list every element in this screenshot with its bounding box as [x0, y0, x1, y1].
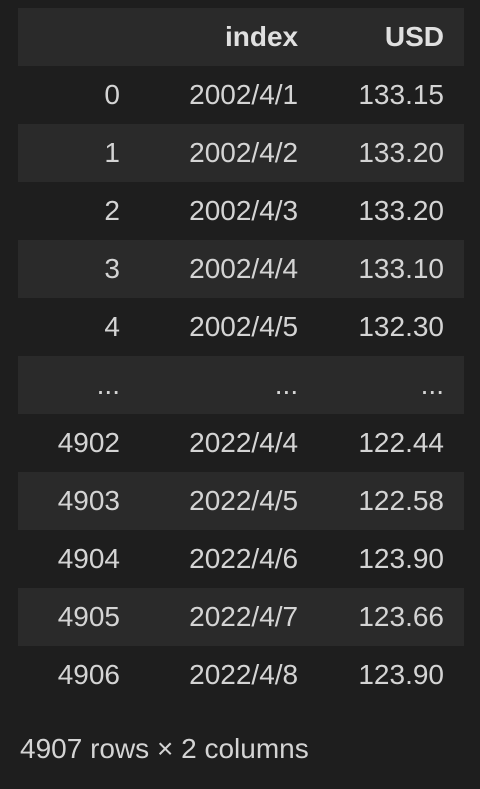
cell-date: 2022/4/5: [189, 485, 299, 516]
table-row: 4906 2022/4/8 123.90: [18, 646, 464, 704]
index-column-header: [18, 8, 140, 66]
row-index: 3: [104, 253, 120, 284]
cell-date: 2002/4/5: [189, 311, 299, 342]
cell-date: 2022/4/4: [189, 427, 299, 458]
row-index: 1: [104, 137, 120, 168]
cell-usd: 123.90: [358, 659, 444, 690]
table-row: 4905 2022/4/7 123.66: [18, 588, 464, 646]
table-row: 1 2002/4/2 133.20: [18, 124, 464, 182]
column-header-index: index: [224, 21, 299, 52]
cell-usd: 132.30: [358, 311, 444, 342]
table-body: 0 2002/4/1 133.15 1 2002/4/2 133.20 2 20…: [18, 66, 464, 704]
cell-usd: 123.66: [358, 601, 444, 632]
column-header-usd: USD: [384, 21, 444, 52]
row-index: 4906: [57, 659, 120, 690]
table-row: 4 2002/4/5 132.30: [18, 298, 464, 356]
row-index: 4903: [57, 485, 120, 516]
cell-usd: 133.10: [358, 253, 444, 284]
row-index: 4: [104, 311, 120, 342]
ellipsis-row: ... ... ...: [18, 356, 464, 414]
table-row: 2 2002/4/3 133.20: [18, 182, 464, 240]
cell-usd: 123.90: [358, 543, 444, 574]
row-index: 0: [104, 79, 120, 110]
notebook-cell-output: index USD 0 2002/4/1 133.15 1 2002/4/2 1…: [0, 0, 480, 789]
table-row: 4902 2022/4/4 122.44: [18, 414, 464, 472]
cell-date: 2002/4/3: [189, 195, 299, 226]
cell-usd: 133.20: [358, 195, 444, 226]
row-index: ...: [96, 369, 120, 400]
row-index: 2: [104, 195, 120, 226]
cell-usd: 122.58: [358, 485, 444, 516]
cell-usd: 133.15: [358, 79, 444, 110]
cell-date: 2022/4/8: [189, 659, 299, 690]
cell-date: 2022/4/7: [189, 601, 299, 632]
table-row: 3 2002/4/4 133.10: [18, 240, 464, 298]
row-index: 4902: [57, 427, 120, 458]
table-row: 0 2002/4/1 133.15: [18, 66, 464, 124]
dataframe-table: index USD 0 2002/4/1 133.15 1 2002/4/2 1…: [18, 8, 464, 704]
cell-date: 2002/4/4: [189, 253, 299, 284]
table-row: 4903 2022/4/5 122.58: [18, 472, 464, 530]
cell-usd: 133.20: [358, 137, 444, 168]
dataframe-shape-summary: 4907 rows × 2 columns: [20, 733, 309, 764]
cell-usd: 122.44: [358, 427, 444, 458]
table-row: 4904 2022/4/6 123.90: [18, 530, 464, 588]
row-index: 4905: [57, 601, 120, 632]
cell-date: 2022/4/6: [189, 543, 299, 574]
row-index: 4904: [57, 543, 120, 574]
cell-date: 2002/4/1: [189, 79, 299, 110]
cell-date: 2002/4/2: [189, 137, 299, 168]
header-row: index USD: [18, 8, 464, 66]
cell-usd: ...: [420, 369, 444, 400]
table-header: index USD: [18, 8, 464, 66]
cell-date: ...: [274, 369, 299, 400]
